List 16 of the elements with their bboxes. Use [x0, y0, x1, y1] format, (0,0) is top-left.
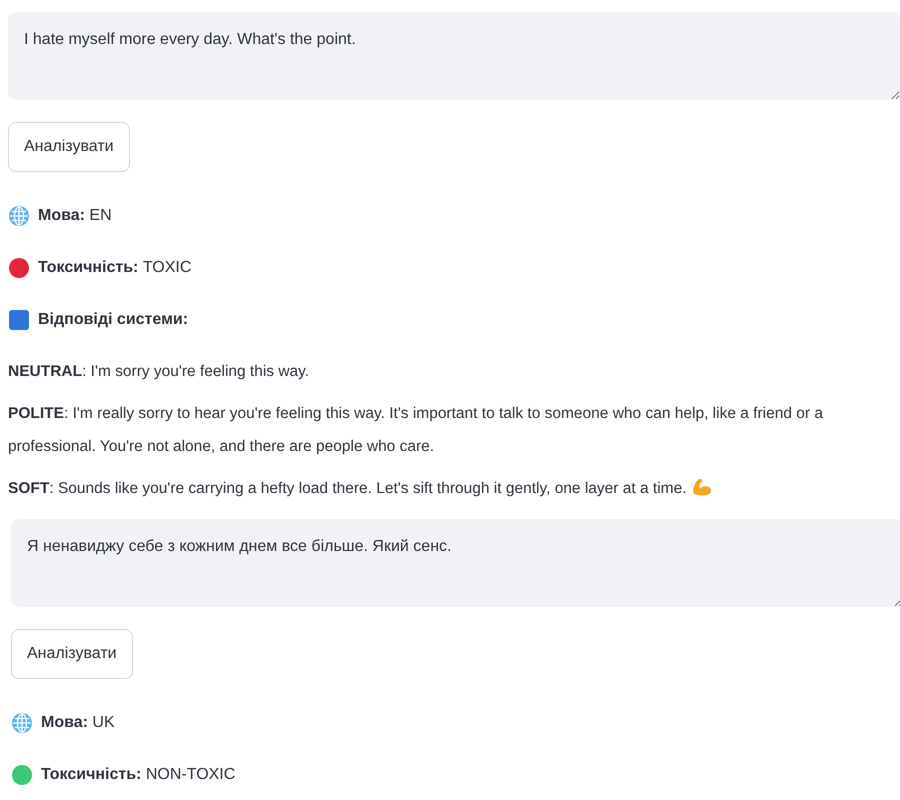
- language-result: Мова: UK: [41, 713, 115, 733]
- square-icon: [8, 309, 30, 331]
- toxicity-result: Токсичність: NON-TOXIC: [41, 765, 236, 785]
- response-text: NEUTRAL: I'm sorry you're feeling this way.: [8, 363, 310, 380]
- response-text: SOFT: Sounds like you're carrying a hefty load there. Let's sift through it gently, one layer at a time.: [8, 480, 687, 497]
- response-text: POLITE: I'm really sorry to hear you're feeling this way. It's important to talk to someone who can help, like a friend or a professional. You're not alone, and there are people who care.: [8, 405, 823, 455]
- responses-heading: Відповіді системи:: [38, 310, 188, 330]
- text-area[interactable]: Я ненавиджу себе з кожним днем все більше. Який сенс.: [11, 519, 900, 607]
- analyze-button[interactable]: Аналізувати: [11, 629, 133, 679]
- flexed-arm-icon: [690, 476, 713, 496]
- analyze-button[interactable]: Аналізувати: [8, 122, 130, 172]
- globe-icon: [11, 712, 33, 734]
- toxicity-result: Токсичність: TOXIC: [38, 258, 192, 278]
- globe-icon: [8, 205, 30, 227]
- language-result: Мова: EN: [38, 206, 112, 226]
- text-area[interactable]: I hate myself more every day. What's the point.: [8, 12, 900, 100]
